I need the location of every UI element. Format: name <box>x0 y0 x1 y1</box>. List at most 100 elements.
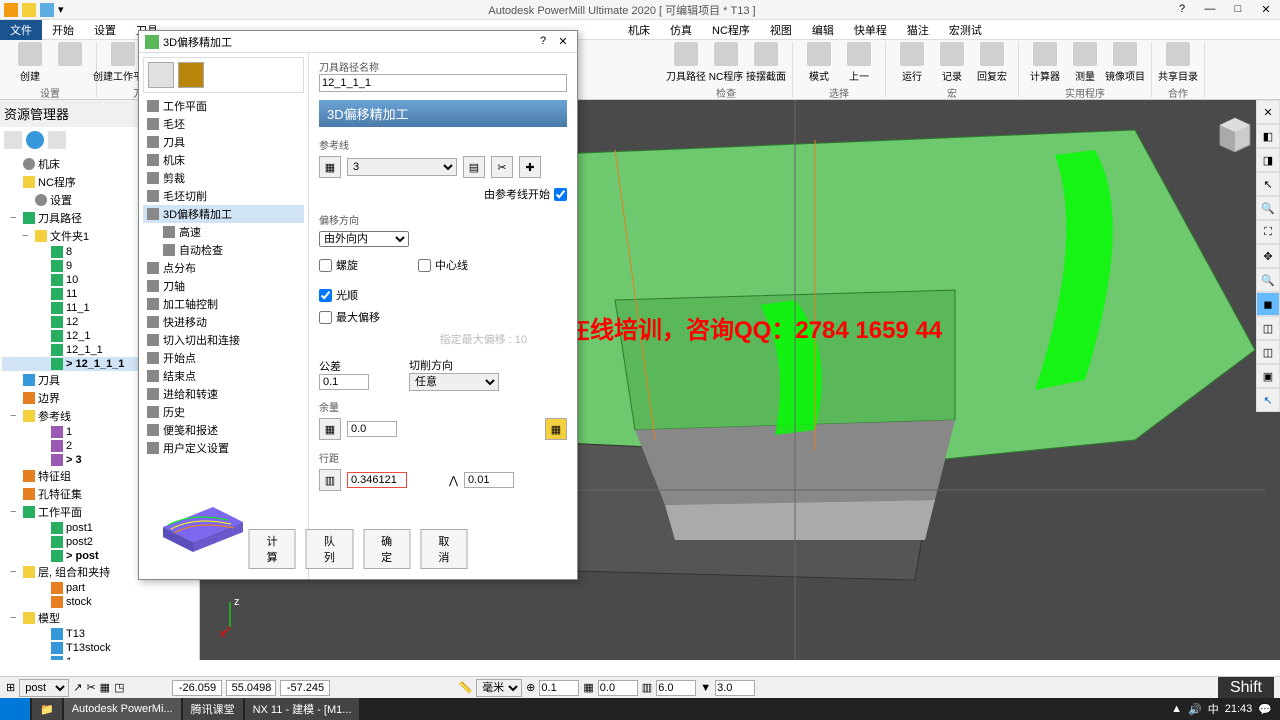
ref-start-check[interactable] <box>554 188 567 201</box>
strat-icon-1[interactable] <box>148 62 174 88</box>
smooth-check[interactable] <box>319 289 332 302</box>
sb-ruler-icon[interactable]: 📏 <box>458 681 472 694</box>
iso-icon[interactable]: ◨ <box>1256 148 1280 172</box>
allow-input[interactable] <box>347 421 397 437</box>
shade-icon[interactable]: ◼ <box>1256 292 1280 316</box>
cube-icon[interactable]: ◧ <box>1256 124 1280 148</box>
dlg-tree-item[interactable]: 3D偏移精加工 <box>143 205 304 223</box>
save-icon[interactable] <box>40 3 54 17</box>
cut-select[interactable]: 任意 <box>409 373 499 391</box>
toolpath-button[interactable]: 刀具路径 <box>668 42 704 83</box>
tray-icon[interactable]: 中 <box>1208 701 1219 717</box>
arrow-icon[interactable]: ↖ <box>1256 388 1280 412</box>
task-tencent[interactable]: 腾讯课堂 <box>183 698 243 720</box>
step-input-1[interactable] <box>347 472 407 488</box>
post-select[interactable]: post <box>19 679 69 697</box>
step-icon[interactable]: ▥ <box>319 469 341 491</box>
help-icon[interactable]: ? <box>1172 3 1192 16</box>
tab-start[interactable]: 开始 <box>42 20 84 40</box>
notif-icon[interactable]: 💬 <box>1258 703 1272 716</box>
center-check[interactable] <box>418 259 431 272</box>
tab-file[interactable]: 文件 <box>0 20 42 40</box>
step-input-2[interactable] <box>464 472 514 488</box>
run-button[interactable]: 运行 <box>894 42 930 83</box>
nc-button[interactable]: NC程序 <box>708 42 744 83</box>
dlg-tree-item[interactable]: 毛坯切削 <box>143 187 304 205</box>
dlg-close-icon[interactable]: ✕ <box>555 35 571 48</box>
ref-btn3[interactable]: ✚ <box>519 156 541 178</box>
dlg-tree-item[interactable]: 用户定义设置 <box>143 439 304 457</box>
calc-button[interactable]: 计算器 <box>1027 42 1063 83</box>
dlg-tree-item[interactable]: 工作平面 <box>143 97 304 115</box>
allow-icon[interactable]: ▦ <box>319 418 341 440</box>
close-panel-icon[interactable]: ✕ <box>1256 100 1280 124</box>
ref-btn1[interactable]: ▤ <box>463 156 485 178</box>
sb-icon[interactable]: ◳ <box>114 681 124 694</box>
select-icon[interactable]: ▣ <box>1256 364 1280 388</box>
ext-tab[interactable]: 编辑 <box>802 20 844 40</box>
ext-tab[interactable]: NC程序 <box>702 20 760 40</box>
mode-button[interactable]: 模式 <box>801 42 837 83</box>
trash-icon[interactable] <box>48 131 66 149</box>
cursor-icon[interactable]: ↖ <box>1256 172 1280 196</box>
create-button[interactable]: 创建 <box>12 42 48 83</box>
task-explorer[interactable]: 📁 <box>32 698 62 720</box>
dlg-tree-item[interactable]: 剪裁 <box>143 169 304 187</box>
sb-icon[interactable]: ✂ <box>86 681 95 694</box>
strat-icon-2[interactable] <box>178 62 204 88</box>
spiral-check[interactable] <box>319 259 332 272</box>
tree-item[interactable]: T13 <box>2 627 197 641</box>
queue-button[interactable]: 队列 <box>306 529 353 569</box>
dlg-tree-item[interactable]: 开始点 <box>143 349 304 367</box>
dir-select[interactable]: 由外向内 <box>319 231 409 247</box>
dlg-tree-item[interactable]: 高速 <box>143 223 304 241</box>
ref-select[interactable]: 3 <box>347 158 457 176</box>
fit-icon[interactable]: ⛶ <box>1256 220 1280 244</box>
zoom-icon[interactable]: 🔍 <box>1256 196 1280 220</box>
tree-item[interactable]: stock <box>2 595 197 609</box>
pan-icon[interactable]: ✥ <box>1256 244 1280 268</box>
section-button[interactable]: 接摆截面 <box>748 42 784 83</box>
clock[interactable]: 21:43 <box>1225 703 1253 715</box>
sb-v4[interactable] <box>715 680 755 696</box>
dlg-tree-item[interactable]: 历史 <box>143 403 304 421</box>
start-button[interactable] <box>0 698 30 720</box>
maximize-icon[interactable]: □ <box>1228 3 1248 16</box>
dlg-tree-item[interactable]: 切入切出和连接 <box>143 331 304 349</box>
tray-icon[interactable]: ▲ <box>1171 703 1182 715</box>
sb-icon[interactable]: ↗ <box>73 681 82 694</box>
ext-tab[interactable]: 宏测试 <box>939 20 992 40</box>
sb-v1[interactable] <box>539 680 579 696</box>
ext-tab[interactable]: 仿真 <box>660 20 702 40</box>
task-powermill[interactable]: Autodesk PowerMi... <box>64 698 181 720</box>
ext-tab[interactable]: 猫注 <box>897 20 939 40</box>
zoom2-icon[interactable]: 🔍 <box>1256 268 1280 292</box>
dlg-tree-item[interactable]: 刀轴 <box>143 277 304 295</box>
calc-button[interactable]: 计算 <box>249 529 296 569</box>
maxoff-check[interactable] <box>319 311 332 324</box>
wp-icon[interactable]: ⊞ <box>6 681 15 694</box>
dlg-tree-item[interactable]: 结束点 <box>143 367 304 385</box>
tol-input[interactable] <box>319 374 369 390</box>
wire-icon[interactable]: ◫ <box>1256 316 1280 340</box>
sb-icon[interactable]: ▦ <box>100 681 110 694</box>
viewcube[interactable] <box>1210 110 1260 160</box>
wire2-icon[interactable]: ◫ <box>1256 340 1280 364</box>
dlg-tree-item[interactable]: 加工轴控制 <box>143 295 304 313</box>
globe-icon[interactable] <box>26 131 44 149</box>
toolbox-button[interactable] <box>52 42 88 83</box>
workplane-button[interactable]: 创建工作平面 <box>105 42 141 83</box>
task-nx[interactable]: NX 11 - 建模 - [M1... <box>245 698 360 720</box>
dlg-tree-item[interactable]: 刀具 <box>143 133 304 151</box>
reply-button[interactable]: 回复宏 <box>974 42 1010 83</box>
tree-item[interactable]: T13stock <box>2 641 197 655</box>
cancel-button[interactable]: 取消 <box>420 529 467 569</box>
sb-v2[interactable] <box>598 680 638 696</box>
prev-button[interactable]: 上一 <box>841 42 877 83</box>
system-tray[interactable]: ▲ 🔊 中 21:43 💬 <box>1163 701 1280 717</box>
tree-item[interactable]: 1 <box>2 655 197 660</box>
sb-v3[interactable] <box>656 680 696 696</box>
ext-tab[interactable]: 机床 <box>618 20 660 40</box>
minimize-icon[interactable]: — <box>1200 3 1220 16</box>
dlg-help-icon[interactable]: ? <box>535 35 551 48</box>
